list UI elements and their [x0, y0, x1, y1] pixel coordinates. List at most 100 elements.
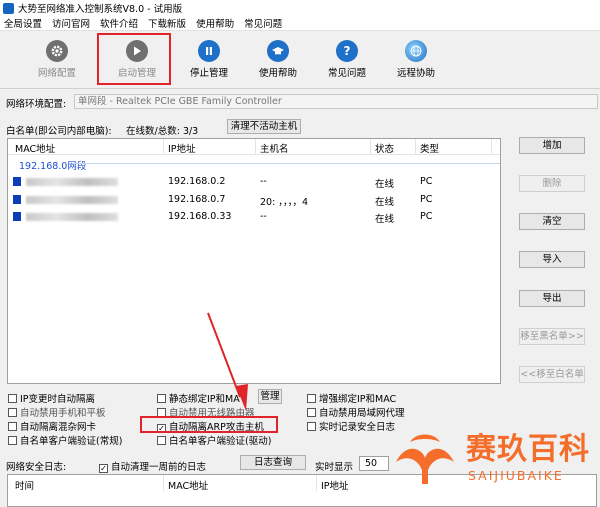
- row-status: 在线: [375, 214, 395, 225]
- start-manage-highlight: [97, 33, 171, 85]
- auto-clean-option[interactable]: ✓ 自动清理一周前的日志: [99, 459, 206, 473]
- toolbar: 网络配置 启动管理 停止管理 使用帮助 ? 常见问题 远程协助: [0, 31, 600, 89]
- checkbox-checked[interactable]: ✓: [99, 464, 108, 473]
- col-ip[interactable]: IP地址: [168, 141, 196, 155]
- checkbox[interactable]: [8, 394, 17, 403]
- checkbox[interactable]: [307, 394, 316, 403]
- whale-tail-logo-icon: [396, 434, 454, 484]
- col-mac[interactable]: MAC地址: [15, 141, 55, 155]
- watermark: 赛玖百科 SAIJIUBAIKE: [392, 422, 597, 490]
- faq-button[interactable]: ? 常见问题: [314, 37, 380, 87]
- computer-icon: [13, 212, 21, 221]
- row-host: --: [260, 176, 267, 187]
- whitelist-table: MAC地址 IP地址 主机名 状态 类型 192.168.0网段 192.168…: [7, 138, 501, 384]
- row-type: PC: [420, 211, 433, 222]
- option-client-verify-driver[interactable]: 白名单客户端验证(驱动): [157, 433, 271, 447]
- realtime-count-input[interactable]: 50: [359, 456, 389, 471]
- table-row[interactable]: 192.168.0.2 -- 在线 PC: [8, 175, 500, 190]
- option-ip-change-isolate[interactable]: IP变更时自动隔离: [8, 391, 95, 405]
- col-type[interactable]: 类型: [420, 141, 439, 155]
- option-client-verify-normal[interactable]: 自名单客户端验证(常规): [8, 433, 122, 447]
- network-env-select[interactable]: 单网段 - Realtek PCIe GBE Family Controller: [74, 94, 598, 109]
- faq-label: 常见问题: [327, 68, 366, 79]
- window-title: 大势至网络准入控制系统V8.0 - 试用版: [18, 4, 183, 15]
- row-ip: 192.168.0.2: [168, 176, 226, 187]
- mac-blurred: [26, 178, 118, 186]
- menu-bar: 全局设置 访问官网 软件介绍 下载新版 使用帮助 常见问题: [0, 16, 600, 31]
- mac-blurred: [26, 196, 118, 204]
- row-status: 在线: [375, 197, 395, 208]
- row-type: PC: [420, 176, 433, 187]
- whitelist-label: 白名单(即公司内部电脑):: [6, 126, 112, 137]
- row-host: 20: ，，，，4: [260, 197, 309, 208]
- mac-blurred: [26, 213, 118, 221]
- table-row[interactable]: 192.168.0.7 20: ，，，，4 在线 PC: [8, 193, 500, 208]
- gear-icon: [46, 40, 68, 62]
- whitelist-count: 在线数/总数: 3/3: [126, 126, 199, 137]
- row-type: PC: [420, 194, 433, 205]
- network-config-label: 网络配置: [37, 68, 76, 79]
- menu-faq[interactable]: 常见问题: [244, 16, 282, 30]
- menu-official-site[interactable]: 访问官网: [52, 16, 90, 30]
- option-isolate-promiscuous[interactable]: 自动隔离混杂网卡: [8, 419, 96, 433]
- log-query-button[interactable]: 日志查询: [240, 455, 306, 470]
- add-button[interactable]: 增加: [519, 137, 585, 154]
- watermark-en: SAIJIUBAIKE: [468, 468, 564, 483]
- col-status[interactable]: 状态: [375, 141, 394, 155]
- remote-assist-button[interactable]: 远程协助: [383, 37, 449, 87]
- col-hostname[interactable]: 主机名: [260, 141, 289, 155]
- row-ip: 192.168.0.7: [168, 194, 226, 205]
- move-to-whitelist-button[interactable]: <<移至白名单: [519, 366, 585, 383]
- menu-download[interactable]: 下载新版: [148, 16, 186, 30]
- log-col-mac[interactable]: MAC地址: [168, 478, 208, 492]
- option-realtime-log[interactable]: 实时记录安全日志: [307, 419, 395, 433]
- menu-help[interactable]: 使用帮助: [196, 16, 234, 30]
- option-static-bind[interactable]: 静态绑定IP和MA: [157, 391, 240, 405]
- question-icon: ?: [336, 40, 358, 62]
- import-button[interactable]: 导入: [519, 251, 585, 268]
- manage-button[interactable]: 管理: [258, 389, 282, 404]
- help-label: 使用帮助: [258, 68, 297, 79]
- watermark-cn: 赛玖百科: [466, 432, 590, 467]
- row-status: 在线: [375, 179, 395, 190]
- checkbox[interactable]: [8, 408, 17, 417]
- option-enhanced-bind[interactable]: 增强绑定IP和MAC: [307, 391, 396, 405]
- pause-icon: [198, 40, 220, 62]
- table-header: MAC地址 IP地址 主机名 状态 类型: [8, 139, 500, 155]
- checkbox[interactable]: [8, 422, 17, 431]
- stop-manage-button[interactable]: 停止管理: [176, 37, 242, 87]
- table-row[interactable]: 192.168.0.33 -- 在线 PC: [8, 210, 500, 225]
- delete-button[interactable]: 删除: [519, 175, 585, 192]
- row-ip: 192.168.0.33: [168, 211, 232, 222]
- network-env-label: 网络环境配置:: [6, 99, 67, 110]
- app-icon: [3, 2, 14, 14]
- checkbox[interactable]: [157, 394, 166, 403]
- network-config-button[interactable]: 网络配置: [24, 37, 90, 87]
- option-disable-mobile[interactable]: 自动禁用手机和平板: [8, 405, 106, 419]
- stop-manage-label: 停止管理: [189, 68, 228, 79]
- checkbox[interactable]: [8, 436, 17, 445]
- computer-icon: [13, 177, 21, 186]
- move-to-blacklist-button[interactable]: 移至黑名单>>: [519, 328, 585, 345]
- row-host: --: [260, 211, 267, 222]
- computer-icon: [13, 195, 21, 204]
- checkbox[interactable]: [157, 436, 166, 445]
- arp-option-highlight: [140, 416, 278, 433]
- clear-inactive-button[interactable]: 清理不活动主机: [227, 119, 301, 134]
- clear-button[interactable]: 清空: [519, 213, 585, 230]
- help-button[interactable]: 使用帮助: [245, 37, 311, 87]
- checkbox[interactable]: [307, 422, 316, 431]
- menu-software-intro[interactable]: 软件介绍: [100, 16, 138, 30]
- security-log-label: 网络安全日志:: [6, 462, 67, 473]
- export-button[interactable]: 导出: [519, 290, 585, 307]
- realtime-label: 实时显示: [315, 462, 354, 473]
- remote-assist-label: 远程协助: [396, 68, 435, 79]
- graduation-cap-icon: [267, 40, 289, 62]
- log-col-time[interactable]: 时间: [15, 478, 34, 492]
- menu-global-settings[interactable]: 全局设置: [4, 16, 42, 30]
- globe-icon: [405, 40, 427, 62]
- option-disable-lan-proxy[interactable]: 自动禁用局域网代理: [307, 405, 405, 419]
- log-col-ip[interactable]: IP地址: [321, 478, 349, 492]
- group-header[interactable]: 192.168.0网段: [19, 158, 86, 172]
- checkbox[interactable]: [307, 408, 316, 417]
